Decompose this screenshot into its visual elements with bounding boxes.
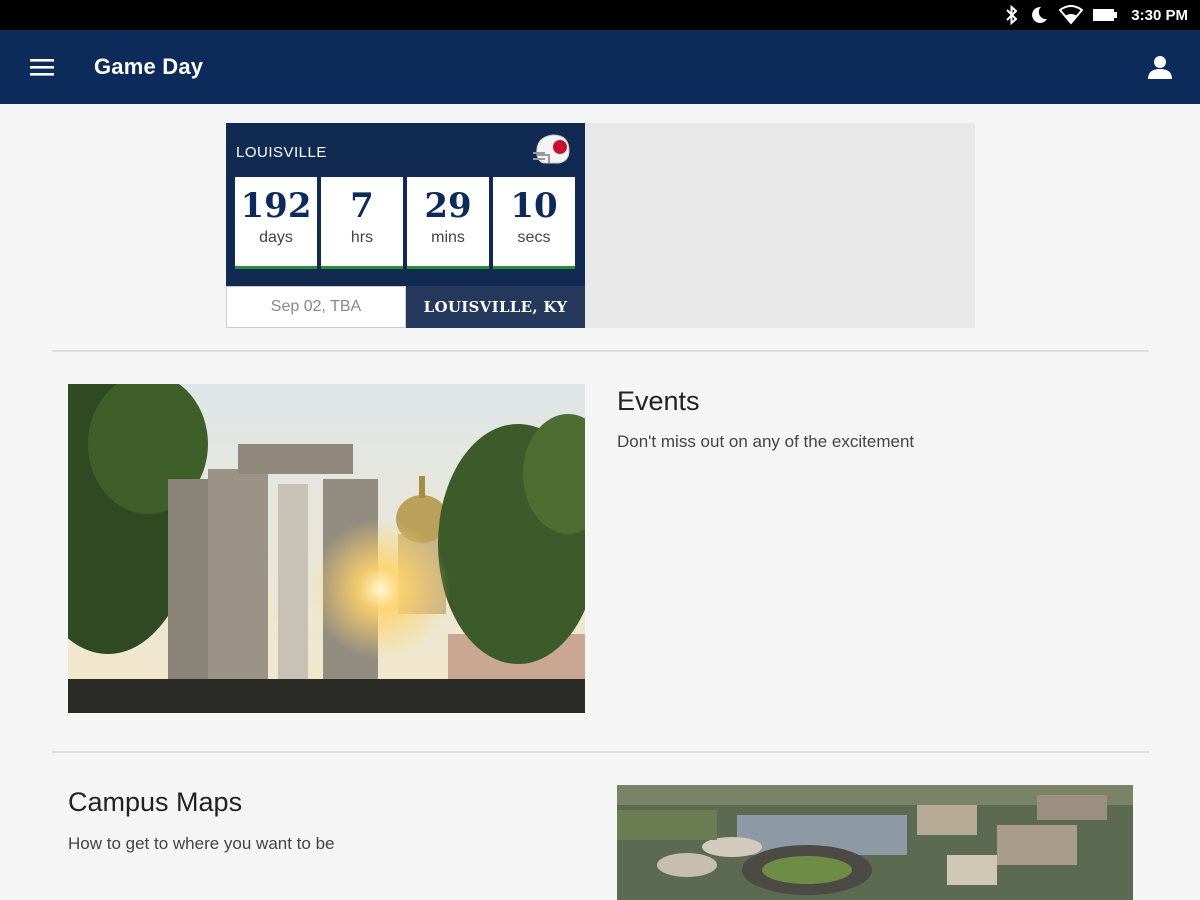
bluetooth-icon (1005, 5, 1019, 25)
countdown-value: 10 (510, 186, 558, 226)
status-bar: 3:30 PM (0, 0, 1200, 30)
football-helmet-icon (531, 131, 573, 169)
campus-maps-image[interactable] (617, 785, 1133, 900)
wifi-icon (1059, 5, 1084, 25)
game-location: LOUISVILLE, KY (406, 286, 585, 328)
countdown-unit: days (259, 229, 293, 246)
page-title: Game Day (94, 54, 204, 79)
countdown-seconds: 10 secs (493, 177, 575, 269)
divider (52, 751, 1149, 753)
countdown-banner[interactable]: LOUISVILLE 192 days 7 hrs 29 mins 10 sec… (226, 123, 975, 328)
battery-icon (1093, 5, 1118, 25)
campus-maps-subtitle: How to get to where you want to be (68, 834, 335, 853)
app-bar: Game Day (0, 30, 1200, 104)
countdown-value: 7 (350, 186, 374, 226)
countdown-value: 29 (424, 186, 472, 226)
person-icon[interactable] (1136, 43, 1184, 91)
events-subtitle: Don't miss out on any of the excitement (617, 432, 915, 451)
game-date: Sep 02, TBA (226, 286, 406, 328)
events-image[interactable] (68, 384, 585, 713)
countdown-value: 192 (240, 186, 312, 226)
divider (52, 350, 1149, 352)
hamburger-menu-icon[interactable] (18, 43, 66, 91)
countdown-card[interactable]: LOUISVILLE 192 days 7 hrs 29 mins 10 sec… (226, 123, 585, 328)
events-title[interactable]: Events (617, 386, 700, 417)
countdown-timer: 192 days 7 hrs 29 mins 10 secs (235, 177, 575, 269)
countdown-unit: mins (431, 229, 465, 246)
countdown-hours: 7 hrs (321, 177, 403, 269)
moon-icon (1029, 5, 1049, 25)
countdown-unit: secs (517, 229, 551, 246)
opponent-name: LOUISVILLE (236, 144, 327, 161)
campus-maps-title[interactable]: Campus Maps (68, 787, 242, 818)
status-time: 3:30 PM (1131, 6, 1188, 24)
countdown-days: 192 days (235, 177, 317, 269)
countdown-minutes: 29 mins (407, 177, 489, 269)
countdown-unit: hrs (350, 229, 374, 246)
